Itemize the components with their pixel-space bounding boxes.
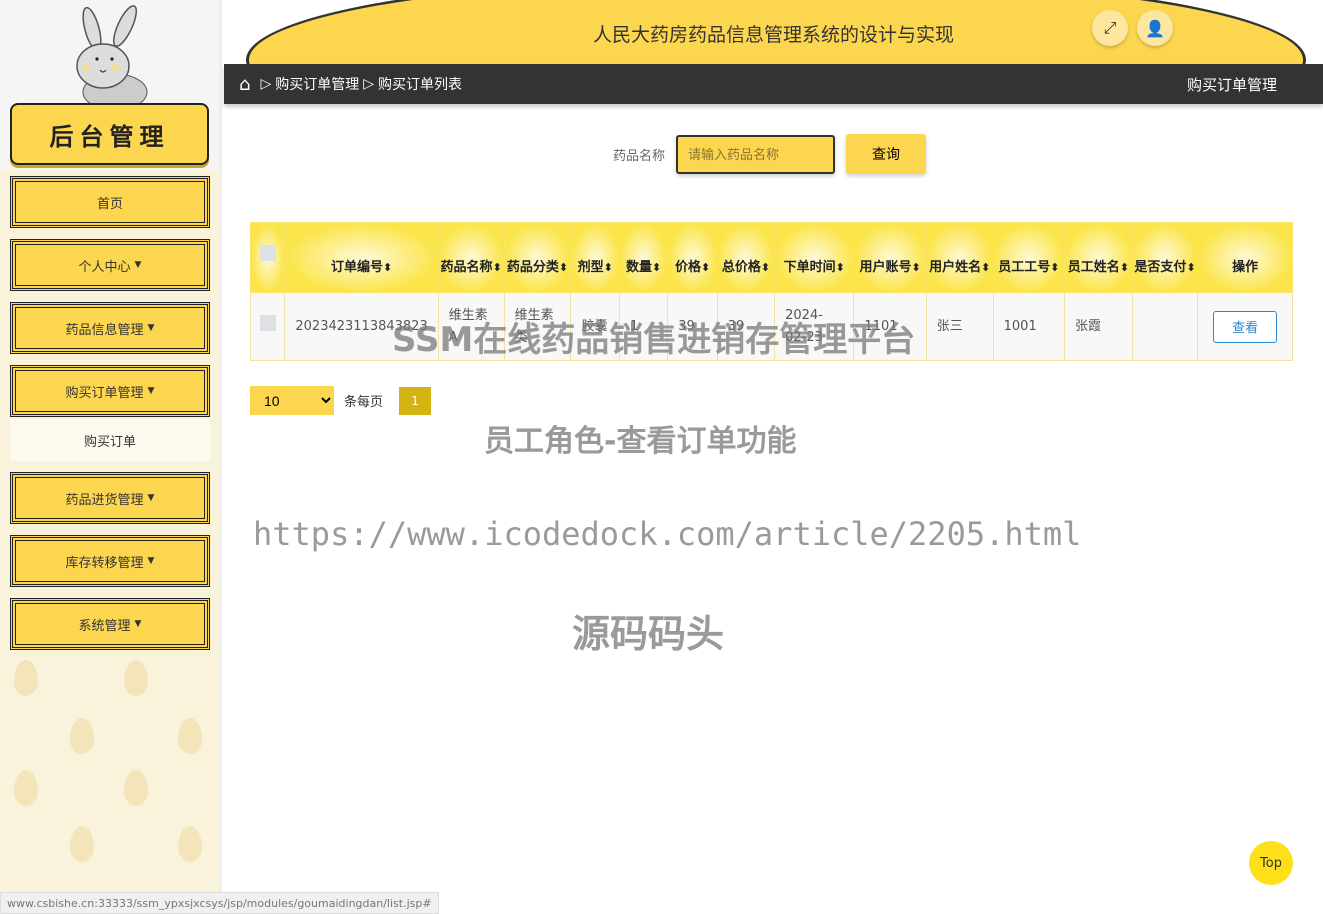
sidebar-item-label: 药品信息管理: [65, 322, 144, 338]
breadcrumb: ⌂ ▷ 购买订单管理 ▷ 购买订单列表 购买订单管理: [224, 64, 1323, 104]
column-header-label: 员工姓名: [1067, 260, 1120, 275]
home-icon[interactable]: ⌂: [239, 74, 250, 95]
column-header-label: 总价格: [721, 260, 761, 275]
column-header-label: 下单时间: [783, 260, 836, 275]
column-header-label: 价格: [674, 260, 701, 275]
sidebar-item-drug-info[interactable]: 药品信息管理 ▼: [10, 302, 210, 354]
query-button[interactable]: 查询: [846, 134, 927, 174]
table-cell: 1001: [992, 292, 1066, 361]
sidebar-item-label: 购买订单管理: [65, 385, 144, 401]
rabbit-mascot-icon: [76, 5, 148, 104]
sidebar-item-label: 首页: [96, 196, 123, 212]
breadcrumb-item[interactable]: 购买订单管理: [275, 74, 359, 94]
sort-icon[interactable]: ⬍: [761, 261, 770, 274]
separator-icon: ▷: [363, 76, 374, 92]
column-header[interactable]: 剂型⬍: [570, 222, 620, 293]
watermark: SSM在线药品销售进销存管理平台: [392, 320, 916, 360]
search-bar: 药品名称 查询: [613, 134, 927, 174]
column-header[interactable]: 药品分类⬍: [503, 222, 572, 293]
column-header: 操作: [1197, 222, 1293, 293]
sidebar: 后台管理 首页 个人中心 ▼ 药品信息管理 ▼ 购买订单管理 ▼ 购买订单 药品进货管…: [0, 0, 222, 914]
sidebar-item-label: 库存转移管理: [65, 555, 144, 571]
sort-icon[interactable]: ⬍: [493, 261, 502, 274]
user-icon[interactable]: 👤: [1137, 10, 1173, 46]
sort-icon[interactable]: ⬍: [1050, 261, 1059, 274]
column-header-label: 订单编号: [330, 260, 383, 275]
table-cell: 张霞: [1064, 292, 1133, 361]
column-header[interactable]: 总价格⬍: [716, 222, 776, 293]
pagination: 10 条每页 1: [250, 386, 432, 415]
column-header[interactable]: 是否支付⬍: [1131, 222, 1199, 293]
sidebar-item-stock-in[interactable]: 药品进货管理 ▼: [10, 472, 210, 524]
table-cell: 张三: [925, 292, 994, 361]
status-bar-url: www.csbishe.cn:33333/ssm_ypxsjxcsys/jsp/…: [0, 892, 439, 914]
sort-icon[interactable]: ⬍: [383, 261, 392, 274]
column-header[interactable]: 员工工号⬍: [992, 222, 1066, 293]
header: 人民大药房药品信息管理系统的设计与实现 ⤢ 👤: [224, 0, 1323, 64]
sort-icon[interactable]: ⬍: [981, 261, 990, 274]
search-label: 药品名称: [613, 148, 666, 164]
sidebar-item-label: 个人中心: [78, 259, 131, 275]
drug-name-input[interactable]: [676, 134, 836, 174]
column-header-label: 用户账号: [859, 260, 912, 275]
column-header-label: 剂型: [577, 260, 604, 275]
sidebar-header: 后台管理: [0, 0, 219, 170]
column-header[interactable]: 数量⬍: [618, 222, 669, 293]
table-cell: [1131, 292, 1199, 361]
sort-icon[interactable]: ⬍: [1120, 261, 1129, 274]
sidebar-item-system[interactable]: 系统管理 ▼: [10, 598, 210, 650]
select-all-checkbox[interactable]: [249, 222, 286, 293]
column-header-label: 是否支付: [1134, 260, 1187, 275]
column-header[interactable]: 药品名称⬍: [437, 222, 505, 293]
page-button[interactable]: 1: [399, 386, 432, 415]
row-checkbox[interactable]: [259, 314, 276, 331]
sort-icon[interactable]: ⬍: [912, 261, 921, 274]
brand-logo: 后台管理: [10, 103, 209, 165]
sort-icon[interactable]: ⬍: [701, 261, 710, 274]
view-button[interactable]: 查看: [1213, 310, 1278, 343]
sort-icon[interactable]: ⬍: [836, 261, 845, 274]
sort-icon[interactable]: ⬍: [559, 261, 568, 274]
column-header-label: 用户姓名: [929, 260, 982, 275]
sidebar-item-purchase-orders[interactable]: 购买订单管理 ▼: [10, 365, 210, 417]
caret-down-icon: ▼: [147, 323, 155, 333]
sidebar-item-label: 药品进货管理: [65, 492, 144, 508]
column-header-label: 药品分类: [506, 260, 559, 275]
column-header[interactable]: 用户账号⬍: [853, 222, 927, 293]
column-header-label: 数量: [625, 260, 652, 275]
breadcrumb-item: 购买订单列表: [378, 77, 462, 93]
column-header[interactable]: 订单编号⬍: [284, 222, 439, 293]
watermark: 源码码头: [572, 612, 725, 656]
back-to-top-button[interactable]: Top: [1249, 841, 1293, 885]
sort-icon[interactable]: ⬍: [604, 261, 613, 274]
per-page-label: 条每页: [344, 395, 384, 410]
watermark: 员工角色-查看订单功能: [484, 424, 797, 459]
section-title: 购买订单管理: [1186, 75, 1277, 94]
sidebar-item-home[interactable]: 首页: [10, 176, 210, 228]
sidebar-item-profile[interactable]: 个人中心 ▼: [10, 239, 210, 291]
sort-icon[interactable]: ⬍: [1186, 261, 1195, 274]
sort-icon[interactable]: ⬍: [652, 261, 661, 274]
column-header-label: 员工工号: [998, 260, 1051, 275]
caret-down-icon: ▼: [134, 619, 142, 629]
column-header[interactable]: 用户姓名⬍: [925, 222, 994, 293]
sidebar-item-stock-transfer[interactable]: 库存转移管理 ▼: [10, 535, 210, 587]
column-header[interactable]: 价格⬍: [667, 222, 718, 293]
caret-down-icon: ▼: [134, 260, 142, 270]
caret-down-icon: ▼: [147, 493, 155, 503]
column-header[interactable]: 员工姓名⬍: [1064, 222, 1133, 293]
caret-down-icon: ▼: [147, 556, 155, 566]
page-size-select[interactable]: 10: [250, 386, 334, 415]
column-header-label: 药品名称: [440, 260, 493, 275]
watermark: https://www.icodedock.com/article/2205.h…: [253, 515, 1082, 553]
caret-down-icon: ▼: [147, 386, 155, 396]
sidebar-subitem-purchase-order[interactable]: 购买订单: [10, 419, 210, 461]
expand-icon[interactable]: ⤢: [1092, 10, 1128, 46]
separator-icon: ▷: [260, 76, 272, 92]
sidebar-item-label: 系统管理: [78, 618, 131, 634]
column-header[interactable]: 下单时间⬍: [774, 222, 855, 293]
column-header-label: 操作: [1232, 260, 1259, 275]
